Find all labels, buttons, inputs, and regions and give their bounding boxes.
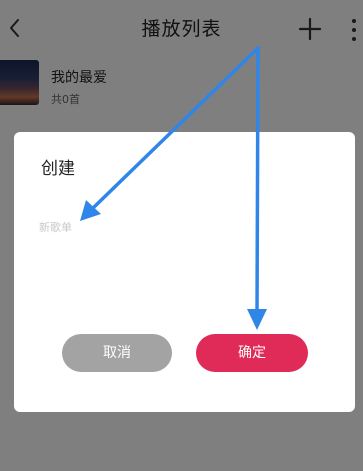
dialog-title: 创建 [41, 159, 75, 179]
create-playlist-dialog: 创建 取消 确定 [14, 132, 355, 412]
playlist-name-input[interactable] [39, 212, 329, 242]
playlist-screen: 播放列表 我的最爱 共0首 创建 取消 确定 [0, 0, 363, 471]
cancel-button[interactable]: 取消 [62, 334, 172, 372]
confirm-button[interactable]: 确定 [196, 334, 308, 372]
